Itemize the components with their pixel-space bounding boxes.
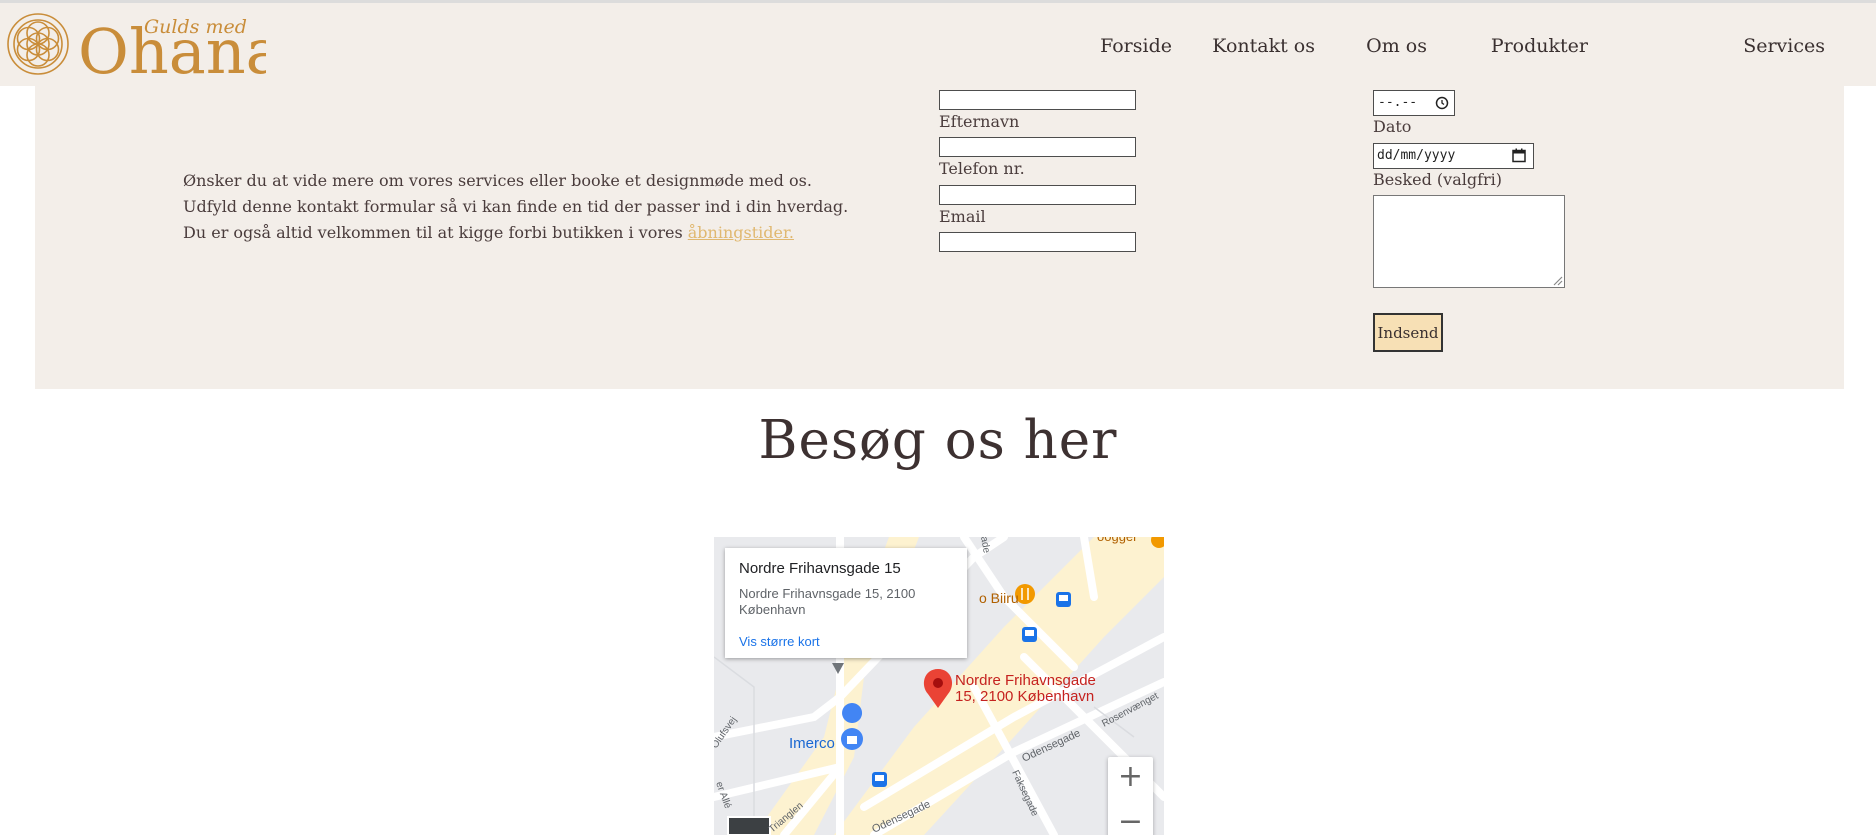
poi-top: oogger: [1097, 537, 1138, 544]
date-label: Dato: [1373, 117, 1412, 136]
email-label: Email: [939, 207, 986, 226]
poi-biiru: o Biiru: [979, 590, 1019, 606]
map-embed[interactable]: Nordre Frihavnsgade 15, 2100 København I…: [714, 537, 1164, 835]
intro-line-2: Udfyld denne kontakt formular så vi kan …: [183, 197, 849, 216]
contact-intro: Ønsker du at vide mere om vores services…: [183, 168, 848, 246]
intro-line-3: Du er også altid velkommen til at kigge …: [183, 220, 848, 246]
site-logo[interactable]: Ohana Gulds med: [6, 11, 283, 88]
logo-script: Gulds med: [144, 16, 247, 38]
nav-forside[interactable]: Forside: [1100, 35, 1172, 57]
pin-label-line-2: 15, 2100 København: [955, 688, 1094, 705]
nav-produkter[interactable]: Produkter: [1491, 35, 1588, 57]
zoom-in-button[interactable]: +: [1108, 757, 1153, 797]
zoom-out-button[interactable]: −: [1108, 802, 1153, 835]
poi-imerco: Imerco: [789, 735, 835, 752]
opening-hours-link[interactable]: åbningstider.: [688, 223, 794, 242]
nav-kontakt-os[interactable]: Kontakt os: [1212, 35, 1315, 57]
lastname-input[interactable]: [939, 137, 1136, 157]
phone-input[interactable]: [939, 185, 1136, 205]
site-header: Ohana Gulds med Forside Kontakt os Om os…: [0, 3, 1876, 88]
time-placeholder: --.--: [1378, 95, 1418, 110]
map-card-address: Nordre Frihavnsgade 15, 2100 København: [739, 586, 916, 617]
pin-label-line-1: Nordre Frihavnsgade: [955, 672, 1096, 689]
logo-mandala-icon: Ohana Gulds med: [7, 13, 283, 88]
message-textarea[interactable]: [1373, 195, 1565, 288]
calendar-icon[interactable]: [1512, 148, 1526, 163]
visit-heading: Besøg os her: [758, 410, 1118, 471]
larger-map-link[interactable]: Vis større kort: [739, 634, 820, 649]
intro-line-1: Ønsker du at vide mere om vores services…: [183, 171, 812, 190]
nav-om-os[interactable]: Om os: [1366, 35, 1427, 57]
date-placeholder: dd/mm/yyyy: [1377, 148, 1456, 163]
map-card-title: Nordre Frihavnsgade 15: [739, 560, 901, 577]
email-input[interactable]: [939, 232, 1136, 252]
firstname-input[interactable]: [939, 90, 1136, 110]
intro-line-3-text: Du er også altid velkommen til at kigge …: [183, 223, 688, 242]
map-info-card: Nordre Frihavnsgade 15 Nordre Frihavnsga…: [725, 548, 967, 658]
message-label: Besked (valgfri): [1373, 170, 1503, 189]
lastname-label: Efternavn: [939, 112, 1020, 131]
phone-label: Telefon nr.: [939, 159, 1025, 178]
nav-services[interactable]: Services: [1743, 35, 1825, 57]
resize-handle-icon[interactable]: [1551, 274, 1563, 286]
submit-button[interactable]: Indsend: [1373, 313, 1443, 352]
clock-icon[interactable]: [1435, 96, 1449, 110]
map-zoom-controls: + −: [1108, 757, 1153, 835]
